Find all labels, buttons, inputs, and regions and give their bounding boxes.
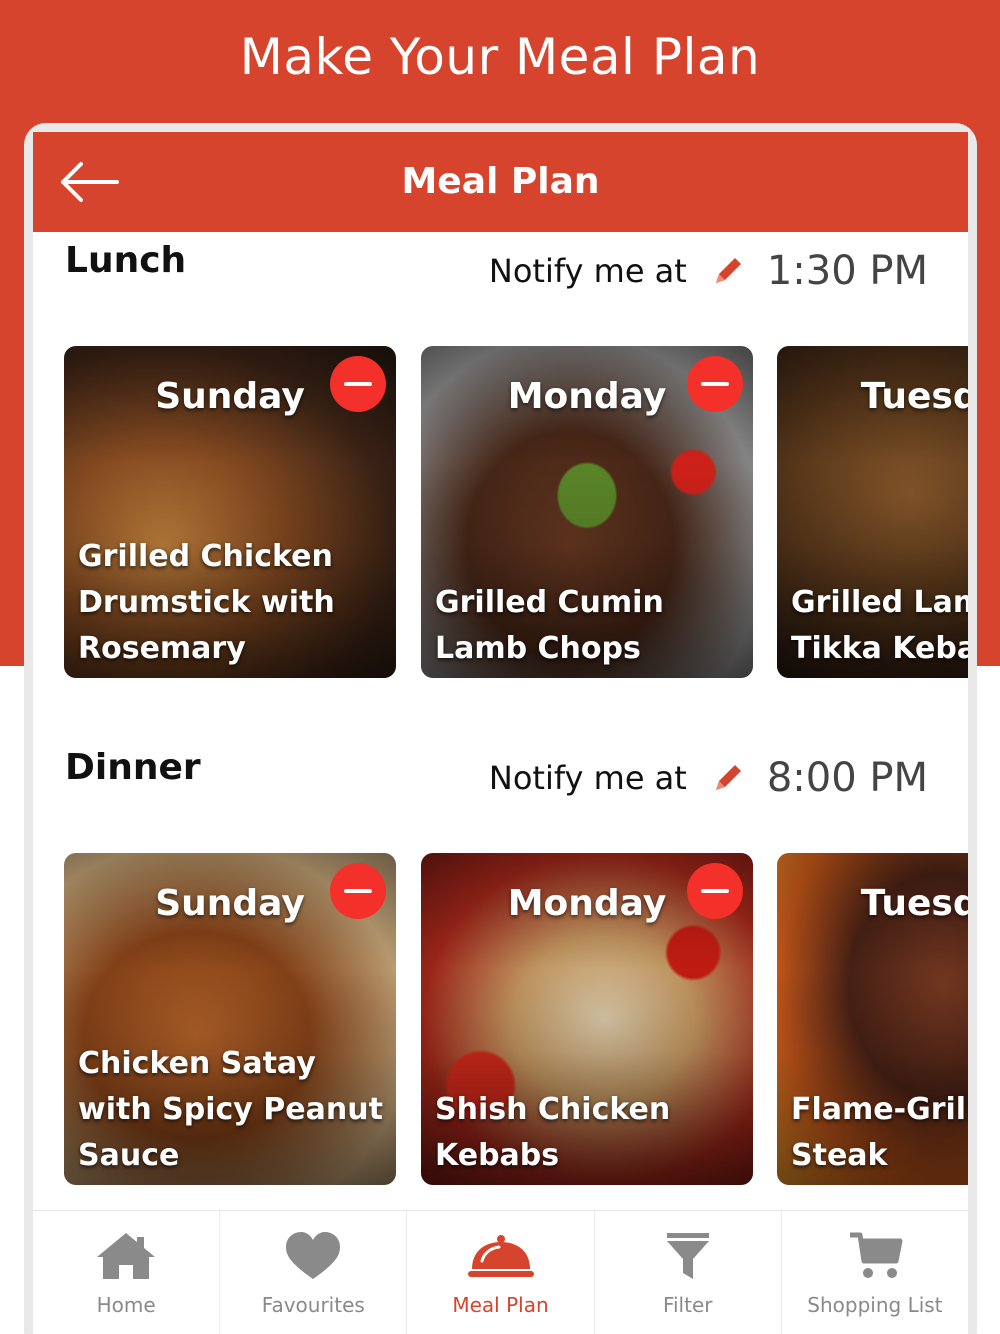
dinner-notify-time[interactable]: 8:00 PM [767,755,928,801]
home-icon [97,1233,156,1279]
device-frame: Meal Plan Lunch Notify me at 1:30 PM Sun… [24,123,977,1334]
pencil-icon[interactable] [711,761,745,795]
pencil-icon[interactable] [711,254,745,288]
notify-label: Notify me at [488,252,687,290]
tab-label: Meal Plan [452,1293,549,1317]
filter-icon [666,1233,709,1279]
app-screen: Meal Plan Lunch Notify me at 1:30 PM Sun… [33,132,968,1334]
lunch-notify-row[interactable]: Notify me at 1:30 PM [489,248,928,294]
back-arrow-icon[interactable] [57,158,121,206]
meal-name: Chicken Satay with Spicy Peanut Sauce [78,1046,383,1173]
cart-icon [849,1232,903,1278]
tab-label: Favourites [261,1293,365,1317]
remove-meal-button[interactable] [687,863,743,919]
tab-label: Shopping List [807,1293,943,1317]
meal-day: Tuesday [860,883,968,924]
dinner-section-title: Dinner [65,747,201,788]
navigation-bar: Meal Plan [33,132,968,232]
meal-name: Flame-Grilled Steak [791,1092,968,1173]
dinner-meal-row: Sunday Chicken Satay with Spicy Peanut S… [64,853,968,1185]
meal-card[interactable]: Monday Shish Chicken Kebabs [421,853,753,1185]
lunch-notify-time[interactable]: 1:30 PM [767,248,928,294]
dinner-notify-row[interactable]: Notify me at 8:00 PM [489,755,928,801]
tab-bar: Home Favourites Meal Plan Filter Shoppin… [33,1210,968,1334]
meal-name: Grilled Cumin Lamb Chops [435,585,664,666]
heart-icon [286,1232,341,1279]
lunch-section-title: Lunch [65,240,187,281]
notify-label: Notify me at [488,759,687,797]
meal-card[interactable]: Monday Grilled Cumin Lamb Chops [421,346,753,678]
tab-label: Home [96,1293,156,1317]
tab-shopping-list[interactable]: Shopping List [782,1211,968,1334]
meal-name: Shish Chicken Kebabs [435,1092,671,1173]
lunch-meal-row: Sunday Grilled Chicken Drumstick with Ro… [64,346,968,678]
remove-meal-button[interactable] [330,356,386,412]
meal-name: Grilled Lamb Tikka Kebab [791,585,968,666]
meal-name: Grilled Chicken Drumstick with Rosemary [78,539,335,666]
page-title: Meal Plan [401,161,600,202]
tab-home[interactable]: Home [33,1211,221,1334]
meal-card[interactable]: Tuesday Flame-Grilled Steak [777,853,968,1185]
meal-card[interactable]: Sunday Chicken Satay with Spicy Peanut S… [64,853,396,1185]
cloche-icon [467,1235,534,1277]
tab-filter[interactable]: Filter [595,1211,782,1334]
tab-meal-plan[interactable]: Meal Plan [407,1211,595,1334]
tab-favourites[interactable]: Favourites [220,1211,408,1334]
meal-day: Tuesday [860,376,968,417]
meal-card[interactable]: Sunday Grilled Chicken Drumstick with Ro… [64,346,396,678]
remove-meal-button[interactable] [330,863,386,919]
meal-card[interactable]: Tuesday Grilled Lamb Tikka Kebab [777,346,968,678]
tab-label: Filter [662,1293,713,1317]
promo-headline: Make Your Meal Plan [239,28,761,86]
remove-meal-button[interactable] [687,356,743,412]
